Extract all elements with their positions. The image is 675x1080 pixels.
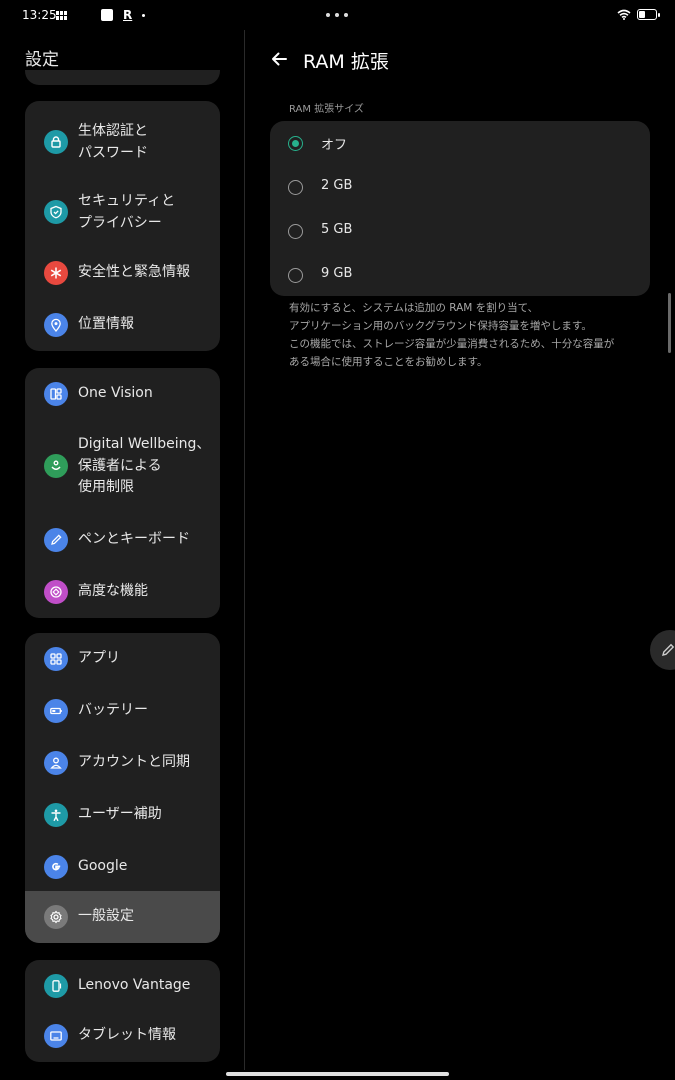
sidebar-group-system: アプリ バッテリー アカウントと同期 ユーザー補助 Google 一般設定: [25, 633, 220, 943]
floating-pen-button[interactable]: [650, 630, 675, 670]
option-2gb[interactable]: 2 GB: [270, 165, 650, 209]
notification-r-icon: R: [123, 8, 133, 22]
sidebar-item-label: Lenovo Vantage: [78, 977, 191, 993]
shield-icon: [44, 200, 68, 224]
sidebar-item-google[interactable]: Google: [25, 841, 220, 893]
sidebar-item-label: 位置情報: [78, 316, 134, 332]
back-button[interactable]: [266, 46, 292, 72]
tablet-icon: [44, 1024, 68, 1048]
sidebar-item-security-privacy[interactable]: セキュリティと プライバシー: [25, 177, 220, 247]
sidebar-item-one-vision[interactable]: One Vision: [25, 368, 220, 420]
accessibility-icon: [44, 803, 68, 827]
page-title: RAM 拡張: [303, 51, 389, 73]
sidebar-item-label: 安全性と緊急情報: [78, 264, 190, 280]
ram-size-options: オフ 2 GB 5 GB 9 GB: [270, 121, 650, 296]
option-off[interactable]: オフ: [270, 121, 650, 165]
radio-button[interactable]: [288, 180, 303, 195]
battery-status-icon: [637, 9, 660, 20]
sidebar-item-label: タブレット情報: [78, 1027, 176, 1043]
sidebar-item-label: ペンとキーボード: [78, 531, 190, 547]
option-label: オフ: [321, 138, 348, 153]
advanced-features-icon: [44, 580, 68, 604]
sidebar-group-device: Lenovo Vantage タブレット情報: [25, 960, 220, 1062]
ram-extension-description: 有効にすると、システムは追加の RAM を割り当て、 アプリケーション用のバック…: [289, 299, 649, 371]
multiwindow-dots-icon[interactable]: [326, 13, 348, 17]
notification-dot-icon: [142, 13, 146, 17]
status-system-icons: [617, 9, 660, 20]
radio-button-selected[interactable]: [288, 136, 303, 151]
wifi-icon: [617, 9, 631, 20]
description-line: アプリケーション用のバックグラウンド保持容量を増やします。: [289, 320, 592, 332]
settings-title: 設定: [25, 50, 59, 70]
sidebar-item-general-settings[interactable]: 一般設定: [25, 891, 220, 943]
sidebar-item-label: 一般設定: [78, 908, 134, 924]
dashboard-icon: [44, 382, 68, 406]
sidebar-item-accessibility[interactable]: ユーザー補助: [25, 789, 220, 841]
lock-icon: [44, 130, 68, 154]
apps-grid-icon: [44, 647, 68, 671]
sidebar-item-tablet-info[interactable]: タブレット情報: [25, 1010, 220, 1062]
sidebar-item-label: 高度な機能: [78, 583, 148, 599]
sidebar-item-label: Google: [78, 858, 128, 874]
google-icon: [44, 855, 68, 879]
pane-divider: [244, 30, 245, 1070]
status-time: 13:25: [22, 8, 57, 22]
asterisk-icon: [44, 261, 68, 285]
option-9gb[interactable]: 9 GB: [270, 253, 650, 297]
home-indicator[interactable]: [226, 1072, 449, 1076]
sidebar-item-biometrics[interactable]: 生体認証と パスワード: [25, 107, 220, 177]
radio-button[interactable]: [288, 268, 303, 283]
sidebar-item-battery[interactable]: バッテリー: [25, 685, 220, 737]
option-label: 5 GB: [321, 222, 353, 237]
radio-button[interactable]: [288, 224, 303, 239]
sidebar-item-advanced-features[interactable]: 高度な機能: [25, 566, 220, 618]
sidebar-item-label: アカウントと同期: [78, 754, 190, 770]
gear-icon: [44, 905, 68, 929]
account-icon: [44, 751, 68, 775]
notification-grid-icon: [56, 10, 67, 20]
pen-icon: [44, 528, 68, 552]
sidebar-item-location[interactable]: 位置情報: [25, 299, 220, 351]
pen-tool-icon: [662, 643, 675, 656]
option-label: 9 GB: [321, 266, 353, 281]
sidebar-item-label: Digital Wellbeing、 保護者による 使用制限: [78, 436, 211, 495]
status-bar: 13:25 R: [0, 0, 675, 30]
sidebar-item-label: アプリ: [78, 650, 120, 666]
sidebar-item-safety-emergency[interactable]: 安全性と緊急情報: [25, 247, 220, 299]
section-label: RAM 拡張サイズ: [289, 104, 364, 115]
description-line: この機能では、ストレージ容量が少量消費されるため、十分な容量が: [289, 338, 615, 350]
phone-icon: [44, 974, 68, 998]
arrow-left-icon: [272, 52, 287, 66]
description-line: 有効にすると、システムは追加の RAM を割り当て、: [289, 302, 539, 314]
sidebar-item-lenovo-vantage[interactable]: Lenovo Vantage: [25, 960, 220, 1012]
sidebar-item-label: ユーザー補助: [78, 806, 162, 822]
sidebar-item-digital-wellbeing[interactable]: Digital Wellbeing、 保護者による 使用制限: [25, 420, 220, 512]
option-5gb[interactable]: 5 GB: [270, 209, 650, 253]
wellbeing-icon: [44, 454, 68, 478]
sidebar-item-label: 生体認証と パスワード: [78, 123, 148, 161]
scrollbar[interactable]: [668, 293, 671, 353]
notification-app-icon: [101, 9, 113, 21]
option-label: 2 GB: [321, 178, 353, 193]
sidebar-group-security: 生体認証と パスワード セキュリティと プライバシー 安全性と緊急情報 位置情報: [25, 101, 220, 351]
sidebar-item-label: セキュリティと プライバシー: [78, 193, 176, 231]
sidebar-item-label: バッテリー: [78, 702, 148, 718]
status-notification-icons: R: [56, 8, 146, 22]
sidebar-item-label: One Vision: [78, 385, 153, 401]
sidebar-item-pen-keyboard[interactable]: ペンとキーボード: [25, 514, 220, 566]
location-pin-icon: [44, 313, 68, 337]
battery-icon: [44, 699, 68, 723]
sidebar-item-accounts-sync[interactable]: アカウントと同期: [25, 737, 220, 789]
sidebar-item-apps[interactable]: アプリ: [25, 633, 220, 685]
description-line: ある場合に使用することをお勧めします。: [289, 356, 488, 368]
sidebar-group-features: One Vision Digital Wellbeing、 保護者による 使用制…: [25, 368, 220, 618]
sidebar-card-top-stub: [25, 70, 220, 85]
